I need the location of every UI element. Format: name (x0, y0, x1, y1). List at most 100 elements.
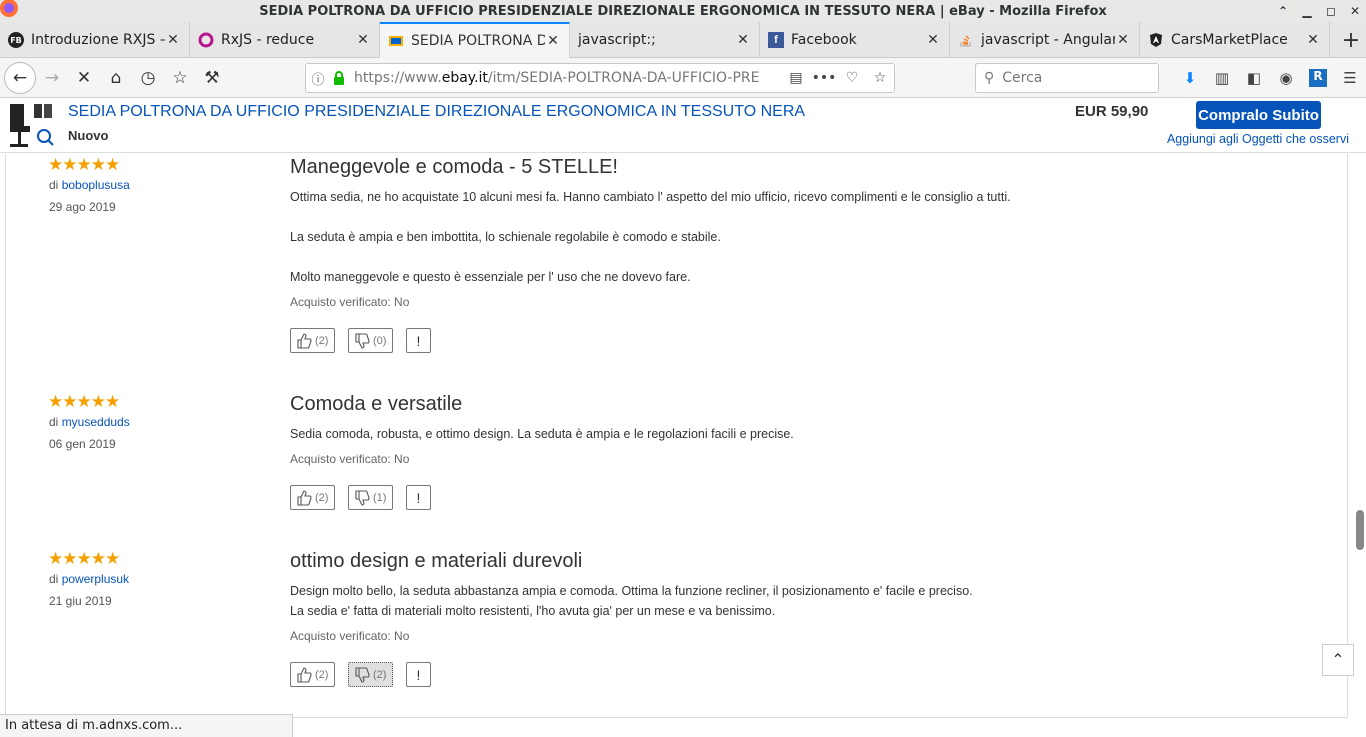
sidebar-icon[interactable]: ◧ (1238, 69, 1270, 87)
menu-icon[interactable]: ☰ (1334, 69, 1366, 87)
library-icon[interactable]: ▥ (1206, 69, 1238, 87)
thumbs-down-icon (355, 489, 370, 506)
review-date: 29 ago 2019 (49, 200, 116, 214)
buy-now-button[interactable]: Compralo Subito (1196, 101, 1321, 129)
close-tab-icon[interactable]: ✕ (545, 33, 561, 49)
extension-icon[interactable]: R (1309, 69, 1327, 87)
reader-view-icon[interactable]: ▤ (782, 70, 810, 86)
verified-purchase: Acquisto verificato: No (290, 629, 410, 643)
tab-facebook[interactable]: f Facebook ✕ (760, 22, 950, 58)
tab-label: CarsMarketPlace (1171, 32, 1288, 48)
rxjs-icon (198, 32, 214, 48)
helpful-button[interactable]: (2) (290, 662, 335, 687)
history-icon[interactable]: ◷ (132, 62, 164, 94)
review-title: ottimo design e materiali durevoli (290, 550, 583, 572)
verified-purchase: Acquisto verificato: No (290, 452, 410, 466)
review-author-link[interactable]: myusedduds (62, 415, 130, 429)
review-author-link[interactable]: powerplusuk (62, 572, 129, 586)
minimize-icon[interactable]: ⌃ (1276, 4, 1290, 18)
bookmark-star-icon[interactable]: ☆ (164, 62, 196, 94)
tab-rxjs-reduce[interactable]: RxJS - reduce ✕ (190, 22, 380, 58)
report-button[interactable]: ! (406, 662, 431, 687)
close-tab-icon[interactable]: ✕ (355, 32, 371, 48)
tab-label: Facebook (791, 32, 857, 48)
tab-introduzione-rxjs[interactable]: FB Introduzione RXJS – ✕ (0, 22, 190, 58)
helpful-button[interactable]: (2) (290, 485, 335, 510)
close-tab-icon[interactable]: ✕ (165, 32, 181, 48)
close-tab-icon[interactable]: ✕ (925, 32, 941, 48)
not-helpful-button[interactable]: (2) (348, 662, 393, 687)
review-author-line: di boboplususa (49, 178, 130, 192)
close-tab-icon[interactable]: ✕ (1305, 32, 1321, 48)
url-text[interactable]: https://www.ebay.it/itm/SEDIA-POLTRONA-D… (354, 70, 782, 86)
review-author-link[interactable]: boboplususa (62, 178, 130, 192)
maximize-button[interactable]: ◻ (1324, 4, 1338, 18)
minimize-button[interactable]: ▁ (1300, 4, 1314, 18)
scrollbar-thumb[interactable] (1356, 510, 1364, 550)
fb-icon: FB (8, 32, 24, 48)
ebay-icon (388, 33, 404, 49)
not-helpful-button[interactable]: (1) (348, 485, 393, 510)
bookmark-icon[interactable]: ☆ (866, 70, 894, 86)
url-bar[interactable]: ⓘ https://www.ebay.it/itm/SEDIA-POLTRONA… (305, 63, 895, 93)
tab-label: javascript:; (578, 32, 656, 48)
review-title: Comoda e versatile (290, 393, 463, 415)
report-button[interactable]: ! (406, 328, 431, 353)
tab-stackoverflow[interactable]: javascript - Angular ✕ (950, 22, 1140, 58)
add-to-watchlist-link[interactable]: Aggiungi agli Oggetti che osservi (1167, 132, 1349, 146)
firefox-icon (0, 0, 18, 17)
close-window-button[interactable]: ✕ (1348, 4, 1362, 18)
new-tab-button[interactable]: + (1336, 22, 1366, 58)
review-body: Sedia comoda, robusta, e ottimo design. … (290, 427, 794, 441)
navigation-toolbar: ← → ✕ ⌂ ◷ ☆ ⚒ ⓘ https://www.ebay.it/itm/… (0, 58, 1366, 98)
wrench-icon[interactable]: ⚒ (196, 62, 228, 94)
product-thumbnail[interactable] (6, 100, 54, 150)
thumbs-up-icon (297, 489, 312, 506)
thumbs-down-icon (355, 666, 370, 683)
page-actions-icon[interactable]: ••• (810, 70, 838, 86)
back-button[interactable]: ← (4, 61, 36, 94)
thumbs-up-icon (297, 332, 312, 349)
helpful-button[interactable]: (2) (290, 328, 335, 353)
review-body: Ottima sedia, ne ho acquistate 10 alcuni… (290, 190, 1011, 284)
close-tab-icon[interactable]: ✕ (1115, 32, 1131, 48)
search-input[interactable]: ⚲ Cerca (975, 63, 1159, 93)
stop-button[interactable]: ✕ (68, 62, 100, 94)
home-button[interactable]: ⌂ (100, 62, 132, 94)
close-tab-icon[interactable]: ✕ (735, 32, 751, 48)
tab-carsmarketplace[interactable]: CarsMarketPlace ✕ (1140, 22, 1330, 58)
thumbs-down-icon (355, 332, 370, 349)
tab-ebay-sedia[interactable]: SEDIA POLTRONA DA ✕ (380, 22, 570, 58)
download-icon[interactable]: ⬇ (1174, 69, 1206, 87)
product-price: EUR 59,90 (1075, 103, 1149, 120)
status-bar: In attesa di m.adnxs.com... (0, 714, 293, 737)
back-to-top-button[interactable]: ⌃ (1322, 644, 1354, 676)
tab-label: RxJS - reduce (221, 32, 315, 48)
review-body: Design molto bello, la seduta abbastanza… (290, 584, 973, 618)
reviews-section: ★★★★★ di boboplususa 29 ago 2019 Manegge… (0, 154, 1366, 737)
lock-icon (334, 71, 344, 85)
facebook-icon: f (768, 32, 784, 48)
review-date: 21 giu 2019 (49, 594, 112, 608)
review-title: Maneggevole e comoda - 5 STELLE! (290, 156, 618, 178)
product-condition: Nuovo (68, 128, 109, 143)
tab-label: javascript - Angular (981, 32, 1115, 48)
tab-label: Introduzione RXJS – (31, 32, 165, 48)
angular-icon (1148, 32, 1164, 48)
thumbs-up-icon (297, 666, 312, 683)
tab-label: SEDIA POLTRONA DA (411, 33, 545, 49)
tab-bar: FB Introduzione RXJS – ✕ RxJS - reduce ✕… (0, 22, 1366, 58)
pocket-icon[interactable]: ♡ (838, 70, 866, 86)
forward-button[interactable]: → (36, 62, 68, 94)
rating-stars: ★★★★★ (48, 549, 120, 568)
review-date: 06 gen 2019 (49, 437, 116, 451)
product-title[interactable]: SEDIA POLTRONA DA UFFICIO PRESIDENZIALE … (68, 103, 805, 121)
site-info-icon[interactable]: ⓘ (306, 69, 330, 88)
not-helpful-button[interactable]: (0) (348, 328, 393, 353)
account-icon[interactable]: ◉ (1270, 69, 1302, 87)
review-author-line: di powerplusuk (49, 572, 130, 586)
report-button[interactable]: ! (406, 485, 431, 510)
verified-purchase: Acquisto verificato: No (290, 295, 410, 309)
window-title: SEDIA POLTRONA DA UFFICIO PRESIDENZIALE … (259, 3, 1107, 19)
tab-javascript[interactable]: javascript:; ✕ (570, 22, 760, 58)
